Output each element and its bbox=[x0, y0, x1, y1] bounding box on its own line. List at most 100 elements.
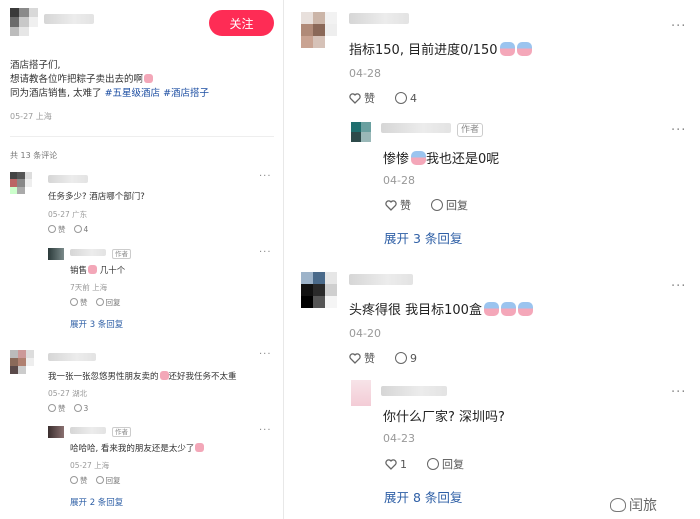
like-button[interactable]: 赞 bbox=[48, 224, 66, 235]
comment-avatar[interactable] bbox=[301, 12, 337, 48]
comment-icon bbox=[427, 458, 439, 470]
comment-avatar[interactable] bbox=[10, 172, 32, 194]
reply-text: 你什么厂家? 深圳吗? bbox=[383, 410, 505, 425]
reply-button[interactable]: 回复 bbox=[95, 297, 121, 308]
comment-text: 指标150, 目前进度0/150 bbox=[349, 39, 532, 58]
comment-actions: 赞 3 bbox=[48, 403, 88, 414]
expand-replies-button[interactable]: 展开 2 条回复 bbox=[70, 496, 123, 508]
emoji-icon bbox=[195, 443, 205, 452]
comment-icon bbox=[395, 351, 407, 364]
post-text-line-3-text: 同为酒店销售, 太难了 bbox=[10, 88, 102, 99]
right-comments-panel: ··· 指标150, 目前进度0/150 04-28 赞 4 作者 ··· 惨惨… bbox=[289, 0, 700, 519]
reply-text-1: 哈哈哈, 看来我的朋友还是太少了 bbox=[70, 444, 195, 454]
commenter-name bbox=[48, 175, 88, 183]
reply-avatar[interactable] bbox=[351, 380, 371, 406]
hashtag-hotel-buddy[interactable]: #酒店搭子 bbox=[163, 88, 209, 99]
comment-text-2: 还好我任务不太重 bbox=[168, 372, 237, 382]
like-button[interactable]: 赞 bbox=[70, 475, 88, 486]
heart-icon bbox=[70, 298, 78, 306]
more-dots-icon[interactable]: ··· bbox=[671, 20, 686, 33]
author-badge: 作者 bbox=[112, 249, 131, 259]
reply-button[interactable]: 回复 bbox=[95, 475, 121, 486]
heart-icon bbox=[48, 225, 56, 233]
reply-label: 回复 bbox=[105, 476, 121, 485]
commenter-name bbox=[48, 353, 96, 361]
author-avatar[interactable] bbox=[10, 8, 38, 36]
comment-text-1: 我一张一张忽悠男性朋友卖的 bbox=[48, 372, 159, 382]
hashtag-five-star-hotel[interactable]: #五星级酒店 bbox=[105, 88, 160, 99]
reply-avatar[interactable] bbox=[351, 122, 371, 142]
like-label: 赞 bbox=[80, 476, 88, 485]
reply-label: 回复 bbox=[442, 458, 464, 471]
more-dots-icon[interactable]: ··· bbox=[259, 248, 272, 258]
post-text-line-2-text: 想请教各位咋把粽子卖出去的啊 bbox=[10, 74, 144, 85]
comment-avatar[interactable] bbox=[301, 272, 337, 308]
comment-meta: 05-27 广东 bbox=[48, 210, 88, 219]
expand-replies-button[interactable]: 展开 3 条回复 bbox=[384, 228, 462, 247]
reply-actions: 1 回复 bbox=[385, 456, 464, 472]
comment-actions: 赞 9 bbox=[349, 350, 417, 366]
comment-text: 我一张一张忽悠男性朋友卖的 还好我任务不太重 bbox=[48, 370, 237, 382]
reply-avatar[interactable] bbox=[48, 426, 64, 438]
more-dots-icon[interactable]: ··· bbox=[259, 350, 272, 360]
comment-icon bbox=[73, 404, 82, 412]
comment-meta: 04-20 bbox=[349, 327, 381, 340]
heart-icon bbox=[349, 93, 361, 104]
like-button[interactable]: 赞 bbox=[70, 297, 88, 308]
like-button[interactable]: 1 bbox=[385, 458, 407, 471]
heart-icon bbox=[385, 458, 397, 470]
reply-actions: 赞 回复 bbox=[70, 297, 121, 308]
expand-replies-button[interactable]: 展开 3 条回复 bbox=[70, 318, 123, 330]
commenter-name bbox=[349, 274, 413, 285]
emoji-icon bbox=[88, 265, 98, 274]
watermark: 闰旅 bbox=[610, 495, 657, 515]
reply-author-name bbox=[70, 249, 106, 256]
comment-text-1: 指标150, 目前进度0/150 bbox=[349, 43, 498, 58]
reply-text-1: 惨惨 bbox=[383, 152, 410, 167]
left-post-panel: 关注 酒店搭子们, 想请教各位咋把粽子卖出去的啊 同为酒店销售, 太难了 #五星… bbox=[0, 0, 284, 519]
emoji-icon bbox=[411, 151, 427, 165]
reply-text-1: 销售 bbox=[70, 266, 88, 276]
reply-count-button[interactable]: 3 bbox=[73, 404, 88, 413]
like-button[interactable]: 赞 bbox=[48, 403, 66, 414]
heart-icon bbox=[48, 404, 56, 412]
author-name bbox=[44, 14, 94, 24]
reply-count: 4 bbox=[83, 225, 89, 234]
comment-avatar[interactable] bbox=[10, 350, 34, 374]
more-dots-icon[interactable]: ··· bbox=[671, 280, 686, 293]
comment-actions: 赞 4 bbox=[48, 224, 88, 235]
follow-button[interactable]: 关注 bbox=[209, 10, 274, 36]
reply-button[interactable]: 回复 bbox=[427, 456, 464, 472]
reply-author-name bbox=[70, 427, 106, 434]
more-dots-icon[interactable]: ··· bbox=[259, 172, 272, 182]
reply-count-button[interactable]: 9 bbox=[395, 351, 417, 365]
reply-meta: 7天前 上海 bbox=[70, 283, 108, 292]
reply-text: 惨惨 我也还是0呢 bbox=[383, 148, 499, 167]
reply-actions: 赞 回复 bbox=[70, 475, 121, 486]
comment-text: 头疼得很 我目标100盒 bbox=[349, 299, 533, 318]
reply-count-button[interactable]: 4 bbox=[73, 225, 89, 234]
reply-avatar[interactable] bbox=[48, 248, 64, 260]
comment-count: 共 13 条评论 bbox=[10, 151, 58, 160]
like-label: 赞 bbox=[58, 404, 66, 413]
like-button[interactable]: 赞 bbox=[349, 350, 375, 366]
more-dots-icon[interactable]: ··· bbox=[671, 124, 686, 137]
comment-text-1: 头疼得很 我目标100盒 bbox=[349, 303, 482, 318]
heart-icon bbox=[349, 353, 361, 364]
like-label: 赞 bbox=[80, 298, 88, 307]
like-button[interactable]: 赞 bbox=[385, 197, 411, 213]
reply-count: 4 bbox=[410, 91, 417, 105]
like-label: 赞 bbox=[364, 352, 375, 365]
like-label: 赞 bbox=[364, 92, 375, 105]
like-label: 赞 bbox=[400, 199, 411, 212]
more-dots-icon[interactable]: ··· bbox=[671, 386, 686, 399]
more-dots-icon[interactable]: ··· bbox=[259, 426, 272, 436]
like-button[interactable]: 赞 bbox=[349, 90, 375, 106]
reply-button[interactable]: 回复 bbox=[431, 197, 468, 213]
reply-count-button[interactable]: 4 bbox=[395, 91, 417, 105]
emoji-icon bbox=[159, 371, 169, 380]
emoji-icon bbox=[500, 302, 516, 316]
reply-text-2: 几十个 bbox=[99, 266, 126, 276]
emoji-icon bbox=[499, 42, 515, 56]
expand-replies-button[interactable]: 展开 8 条回复 bbox=[384, 487, 462, 506]
